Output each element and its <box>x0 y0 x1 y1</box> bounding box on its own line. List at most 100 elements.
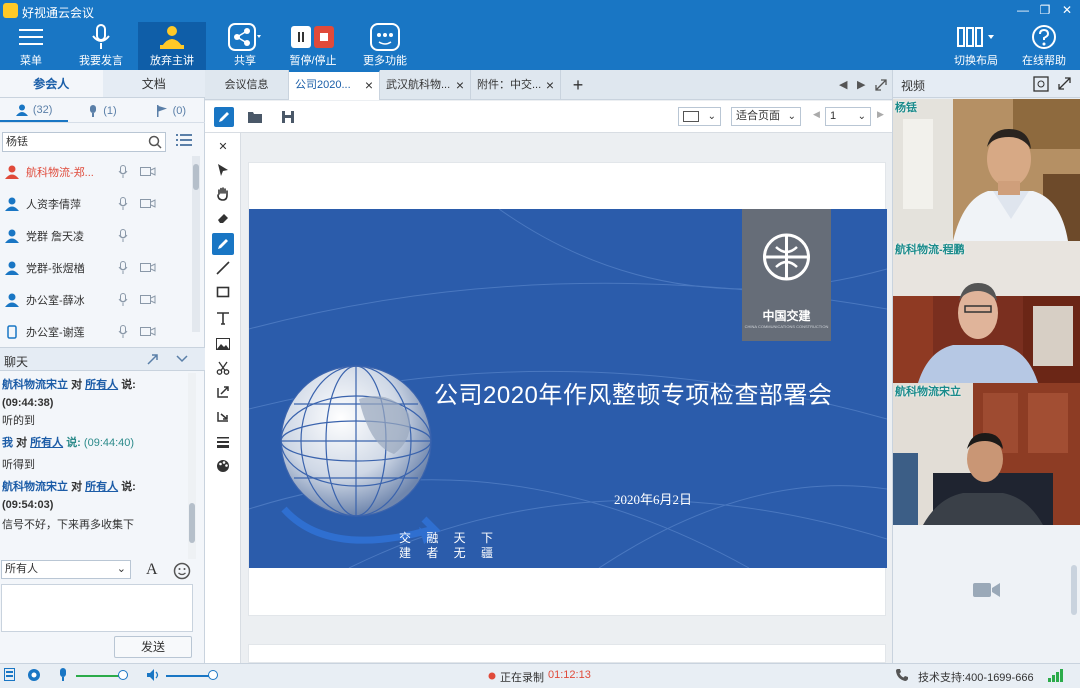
import-tool[interactable] <box>212 405 234 427</box>
image-tool[interactable] <box>212 333 234 355</box>
document-page: 交 融 天 下 建 者 无 疆 公司2020年作风整顿专项检查部署会 2020年… <box>248 162 887 616</box>
participant-video <box>893 99 1080 241</box>
font-icon[interactable]: A <box>146 561 158 579</box>
fit-screen-icon[interactable] <box>1033 76 1049 92</box>
tab-next-icon[interactable]: ▶ <box>857 78 865 91</box>
next-page-icon[interactable]: ▶ <box>877 109 884 120</box>
close-tab-icon[interactable]: × <box>546 70 554 100</box>
chat-message-input[interactable] <box>1 584 193 632</box>
filter-hand[interactable]: (0) <box>137 99 205 122</box>
speak-button[interactable]: 我要发言 <box>66 22 136 70</box>
close-icon[interactable]: ✕ <box>1056 2 1078 18</box>
open-file-button[interactable] <box>245 107 265 127</box>
tab-meeting-info[interactable]: 会议信息 <box>205 70 289 100</box>
speaker-volume-slider[interactable] <box>166 669 222 681</box>
participant-video <box>893 241 1080 383</box>
chat-message-header: 我 对 所有人 说: (09:44:40) <box>2 437 135 449</box>
restore-icon[interactable]: ❐ <box>1034 2 1056 18</box>
share-icon <box>222 22 268 52</box>
chat-header: 聊天 <box>0 347 205 371</box>
filter-all[interactable]: (32) <box>0 99 69 122</box>
scissors-tool[interactable] <box>212 357 234 379</box>
participant-scrollbar[interactable] <box>192 156 200 332</box>
close-tab-icon[interactable]: × <box>456 70 464 100</box>
person-icon <box>5 261 19 275</box>
scroll-thumb[interactable] <box>189 503 195 543</box>
participant-row[interactable]: 航科物流-郑... <box>0 156 192 188</box>
popout-icon[interactable] <box>146 353 159 366</box>
pointer-tool[interactable] <box>212 159 234 181</box>
screen-icon[interactable] <box>4 668 16 682</box>
tab-doc-2020[interactable]: 公司2020... × <box>289 70 380 100</box>
prev-page-icon[interactable]: ◀ <box>813 109 820 120</box>
participant-video <box>893 383 1080 525</box>
online-help-button[interactable]: 在线帮助 <box>1016 22 1072 70</box>
scroll-thumb[interactable] <box>193 164 199 190</box>
hand-tool[interactable] <box>212 183 234 205</box>
chat-scrollbar[interactable] <box>188 373 196 559</box>
close-tab-icon[interactable]: × <box>365 72 373 98</box>
speaker-icon[interactable] <box>146 668 160 682</box>
chevron-down-icon[interactable] <box>176 355 188 363</box>
more-icon <box>358 22 412 52</box>
tab-participants[interactable]: 参会人 <box>0 70 103 97</box>
participant-row[interactable]: 办公室-谢莲 <box>0 316 192 348</box>
give-up-host-button[interactable]: 放弃主讲 <box>138 22 206 70</box>
network-icon[interactable] <box>27 668 41 682</box>
microphone-icon <box>118 261 128 274</box>
recipient-select[interactable]: 所有人 ⌄ <box>1 560 131 579</box>
participant-row[interactable]: 党群-张煜楢 <box>0 252 192 284</box>
rectangle-tool[interactable] <box>212 281 234 303</box>
microphone-icon <box>118 229 128 242</box>
left-tabs: 参会人 文档 <box>0 70 205 98</box>
participant-row[interactable]: 办公室-薛冰 <box>0 284 192 316</box>
video-tile-2[interactable]: 航科物流-程鹏 <box>893 241 1080 383</box>
add-tab-button[interactable]: + <box>561 70 595 100</box>
search-icon[interactable] <box>148 135 162 149</box>
switch-layout-button[interactable]: 切换布局 <box>948 22 1004 70</box>
page-select[interactable]: 1 ⌄ <box>825 107 871 126</box>
chevron-down-icon: ⌄ <box>787 111 796 122</box>
mic-volume-slider[interactable] <box>76 669 132 681</box>
expand-icon[interactable] <box>1058 77 1071 90</box>
list-view-icon[interactable] <box>176 134 192 146</box>
filter-mic[interactable]: (1) <box>68 99 136 122</box>
tab-doc-wuhan[interactable]: 武汉航科物... × <box>380 70 471 100</box>
color-select[interactable]: ⌄ <box>678 107 721 126</box>
expand-icon[interactable] <box>875 79 887 91</box>
participant-row[interactable]: 党群 詹天凌 <box>0 220 192 252</box>
emoji-icon[interactable] <box>173 562 191 580</box>
palette-tool[interactable] <box>212 455 234 477</box>
video-name-label: 杨铥 <box>895 102 917 114</box>
annotate-button[interactable] <box>214 107 234 127</box>
close-toolbar-icon[interactable]: ✕ <box>212 135 234 157</box>
pause-stop-button[interactable]: 暂停/停止 <box>285 22 341 70</box>
text-tool[interactable] <box>212 307 234 329</box>
minimize-icon[interactable]: — <box>1012 2 1034 18</box>
line-tool[interactable] <box>212 257 234 279</box>
video-scrollbar[interactable] <box>1071 565 1077 615</box>
save-button[interactable] <box>278 107 298 127</box>
more-features-button[interactable]: 更多功能 <box>358 22 412 70</box>
fit-page-select[interactable]: 适合页面 ⌄ <box>731 107 801 126</box>
send-button[interactable]: 发送 <box>114 636 192 658</box>
participant-row[interactable]: 人资李倩萍 <box>0 188 192 220</box>
microphone-icon[interactable] <box>58 668 68 682</box>
export-tool[interactable] <box>212 381 234 403</box>
menu-button[interactable]: 菜单 <box>0 22 62 70</box>
line-width-tool[interactable] <box>212 431 234 453</box>
chat-message-text: 信号不好，下来再多收集下 <box>2 519 134 531</box>
presentation-slide: 交 融 天 下 建 者 无 疆 公司2020年作风整顿专项检查部署会 2020年… <box>249 209 887 568</box>
tab-documents[interactable]: 文档 <box>103 70 206 97</box>
microphone-icon <box>118 197 128 210</box>
status-bar: 正在录制 01:12:13 技术支持:400-1699-666 <box>0 663 1080 688</box>
eraser-tool[interactable] <box>212 207 234 229</box>
video-tile-1[interactable]: 杨铥 <box>893 99 1080 241</box>
share-button[interactable]: 共享 <box>222 22 268 70</box>
tab-prev-icon[interactable]: ◀ <box>839 78 847 91</box>
chevron-down-icon: ⌄ <box>116 563 126 575</box>
pen-tool[interactable] <box>212 233 234 255</box>
video-tile-3[interactable]: 航科物流宋立 <box>893 383 1080 525</box>
participant-search-input[interactable]: 杨铥 <box>2 132 166 152</box>
tab-doc-attachment[interactable]: 附件：中交... × <box>471 70 561 100</box>
